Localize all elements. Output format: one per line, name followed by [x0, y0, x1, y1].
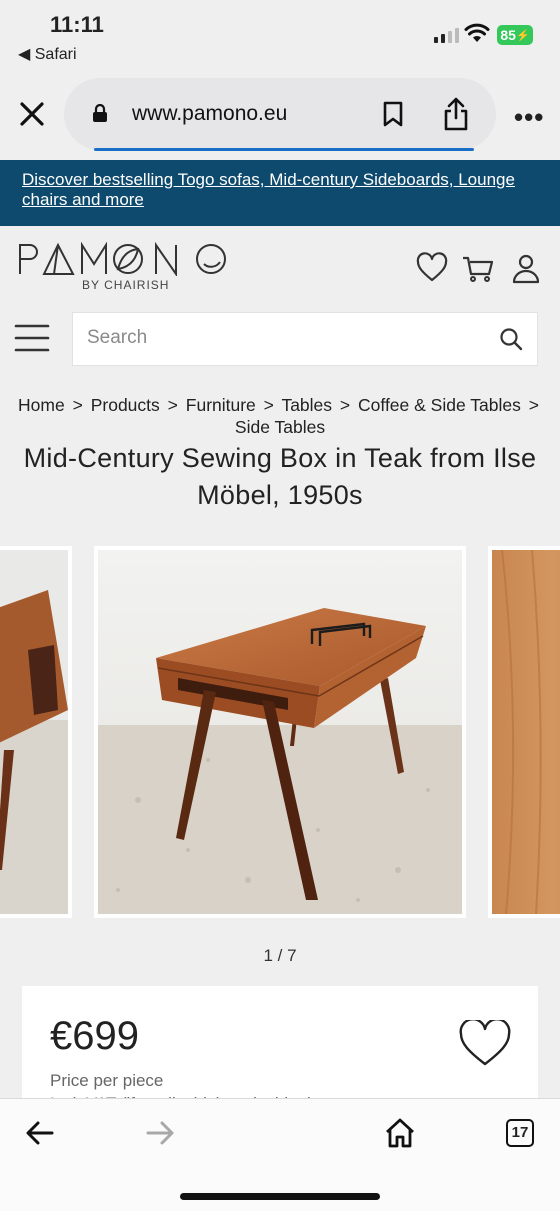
breadcrumb-separator: > [72, 395, 83, 415]
product-price: €699 [50, 1014, 139, 1058]
breadcrumb-separator: > [263, 395, 274, 415]
back-arrow-icon[interactable] [24, 1117, 56, 1149]
browser-toolbar: 17 [0, 1098, 560, 1211]
breadcrumb-item-furniture[interactable]: Furniture [186, 395, 256, 415]
heart-icon[interactable] [458, 1020, 512, 1068]
search-icon[interactable] [499, 327, 523, 351]
promo-link[interactable]: Discover bestselling Togo sofas, Mid-cen… [22, 170, 515, 209]
gallery-image-current[interactable] [94, 546, 466, 918]
image-counter: 1 / 7 [263, 946, 297, 965]
lock-icon [93, 104, 107, 122]
cellular-signal-icon [434, 28, 459, 43]
promo-banner: Discover bestselling Togo sofas, Mid-cen… [0, 160, 560, 226]
more-icon[interactable]: ••• [514, 102, 544, 133]
address-bar[interactable]: www.pamono.eu [64, 78, 496, 151]
home-indicator [180, 1193, 380, 1200]
wifi-icon [464, 23, 490, 42]
status-bar: 11:11 ◀ Safari 85 ⚡ [0, 0, 560, 70]
tabs-icon[interactable]: 17 [506, 1119, 534, 1147]
battery-indicator: 85 ⚡ [497, 25, 533, 45]
breadcrumb-separator: > [167, 395, 178, 415]
user-icon[interactable] [510, 252, 542, 284]
breadcrumb: Home > Products > Furniture > Tables > C… [0, 394, 560, 438]
breadcrumb-item-products[interactable]: Products [91, 395, 160, 415]
product-title: Mid-Century Sewing Box in Teak from Ilse… [23, 443, 537, 510]
search-field[interactable] [72, 312, 538, 366]
breadcrumb-item-side-tables[interactable]: Side Tables [235, 417, 325, 437]
pamono-logo[interactable]: BY CHAIRISH [18, 241, 228, 292]
page-load-progress [94, 148, 474, 151]
product-photo-sewing-box [98, 550, 462, 914]
breadcrumb-item-tables[interactable]: Tables [281, 395, 332, 415]
url-text[interactable]: www.pamono.eu [132, 102, 287, 126]
close-icon[interactable] [18, 100, 46, 128]
logo-subtitle: BY CHAIRISH [82, 278, 170, 292]
breadcrumb-separator: > [339, 395, 351, 415]
bookmark-icon[interactable] [380, 100, 406, 128]
battery-level: 85 [500, 27, 516, 43]
search-input[interactable] [87, 327, 467, 349]
price-label: Price per piece [50, 1071, 164, 1090]
back-to-app-link[interactable]: ◀ Safari [18, 44, 77, 64]
menu-icon[interactable] [14, 322, 50, 354]
gallery-image-previous[interactable] [0, 546, 72, 918]
home-icon[interactable] [384, 1117, 416, 1149]
cart-icon[interactable] [462, 252, 494, 284]
browser-address-row: www.pamono.eu ••• [0, 74, 560, 156]
share-icon[interactable] [442, 96, 470, 132]
product-image-gallery[interactable] [0, 546, 560, 918]
breadcrumb-item-coffee-side-tables[interactable]: Coffee & Side Tables [358, 395, 521, 415]
status-time: 11:11 [50, 12, 104, 37]
heart-icon[interactable] [416, 252, 448, 284]
product-photo-previous [0, 550, 68, 914]
breadcrumb-separator: > [528, 395, 539, 415]
breadcrumb-item-home[interactable]: Home [18, 395, 65, 415]
logo-wordmark [19, 241, 226, 278]
product-photo-next [492, 550, 560, 914]
forward-arrow-icon[interactable] [144, 1117, 176, 1149]
gallery-image-next[interactable] [488, 546, 560, 918]
